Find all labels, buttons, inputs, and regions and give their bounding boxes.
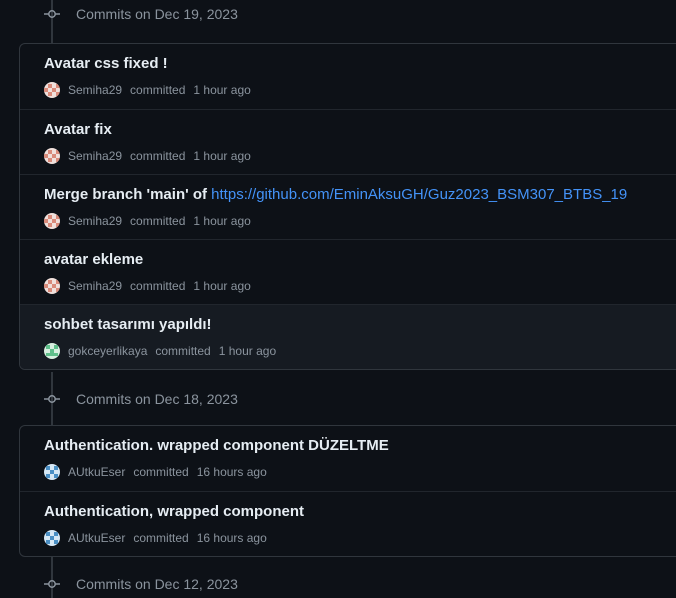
commit-time[interactable]: 1 hour ago [219,344,276,358]
date-label: Commits on Dec 19, 2023 [76,6,238,22]
date-header: Commits on Dec 12, 2023 [44,571,238,597]
date-header: Commits on Dec 18, 2023 [44,386,238,412]
avatar-blue-icon[interactable] [44,530,60,546]
commit-time[interactable]: 1 hour ago [193,279,250,293]
commit-verb: committed [155,344,211,358]
commit-time[interactable]: 16 hours ago [197,531,267,545]
commit-author[interactable]: Semiha29 [68,83,122,97]
commit-verb: committed [130,214,186,228]
commit-title[interactable]: Authentication, wrapped component [44,503,304,520]
commit-meta: AUtkuEser committed 16 hours ago [44,464,267,480]
commit-meta: gokceyerlikaya committed 1 hour ago [44,343,276,359]
commit-time[interactable]: 1 hour ago [193,83,250,97]
git-commit-icon [44,395,60,403]
commit-meta: Semiha29 committed 1 hour ago [44,213,251,229]
commit-time[interactable]: 1 hour ago [193,214,250,228]
commit-row[interactable]: avatar ekleme Semiha29 committed 1 hour ag… [20,239,676,304]
commit-title-link[interactable]: https://github.com/EminAksuGH/Guz2023_BS… [211,186,627,203]
commit-author[interactable]: Semiha29 [68,214,122,228]
commit-verb: committed [133,465,189,479]
commit-meta: AUtkuEser committed 16 hours ago [44,530,267,546]
commit-row[interactable]: Authentication. wrapped component DÜZELT… [20,426,676,491]
commit-group: Authentication. wrapped component DÜZELT… [19,425,676,557]
commit-title[interactable]: avatar ekleme [44,251,143,268]
commit-title[interactable]: Avatar css fixed ! [44,55,168,72]
git-commit-icon [44,10,60,18]
commit-title[interactable]: sohbet tasarımı yapıldı! [44,316,212,333]
avatar-checker-icon[interactable] [44,148,60,164]
commit-row[interactable]: Merge branch 'main' of https://github.co… [20,174,676,239]
commit-group: Avatar css fixed ! Semiha29 committed 1 ho… [19,43,676,370]
commit-title: Merge branch 'main' of https://github.co… [44,186,627,203]
commit-title[interactable]: Avatar fix [44,121,112,138]
commit-author[interactable]: AUtkuEser [68,531,125,545]
avatar-blue-icon[interactable] [44,464,60,480]
commit-time[interactable]: 1 hour ago [193,149,250,163]
commit-verb: committed [133,531,189,545]
commit-row[interactable]: Authentication, wrapped component AUtkuE… [20,491,676,556]
commit-verb: committed [130,279,186,293]
commit-title[interactable]: Authentication. wrapped component DÜZELT… [44,437,389,454]
commit-author[interactable]: Semiha29 [68,279,122,293]
date-label: Commits on Dec 18, 2023 [76,391,238,407]
commit-verb: committed [130,83,186,97]
commit-row[interactable]: Avatar fix Semiha29 committed 1 hour ago [20,109,676,174]
commit-history: Commits on Dec 19, 2023 Avatar css fixed… [0,0,676,598]
commit-meta: Semiha29 committed 1 hour ago [44,82,251,98]
commit-title-text[interactable]: Merge branch 'main' of [44,186,211,203]
date-header: Commits on Dec 19, 2023 [44,1,238,27]
commit-verb: committed [130,149,186,163]
avatar-green-icon[interactable] [44,343,60,359]
git-commit-icon [44,580,60,588]
avatar-checker-icon[interactable] [44,278,60,294]
commit-meta: Semiha29 committed 1 hour ago [44,278,251,294]
date-label: Commits on Dec 12, 2023 [76,576,238,592]
commit-row[interactable]: sohbet tasarımı yapıldı! gokceyerlikaya c… [20,304,676,369]
commit-author[interactable]: Semiha29 [68,149,122,163]
commit-meta: Semiha29 committed 1 hour ago [44,148,251,164]
commit-row[interactable]: Avatar css fixed ! Semiha29 committed 1 ho… [20,44,676,109]
avatar-checker-icon[interactable] [44,82,60,98]
commit-time[interactable]: 16 hours ago [197,465,267,479]
avatar-checker-icon[interactable] [44,213,60,229]
commit-author[interactable]: gokceyerlikaya [68,344,147,358]
commit-author[interactable]: AUtkuEser [68,465,125,479]
